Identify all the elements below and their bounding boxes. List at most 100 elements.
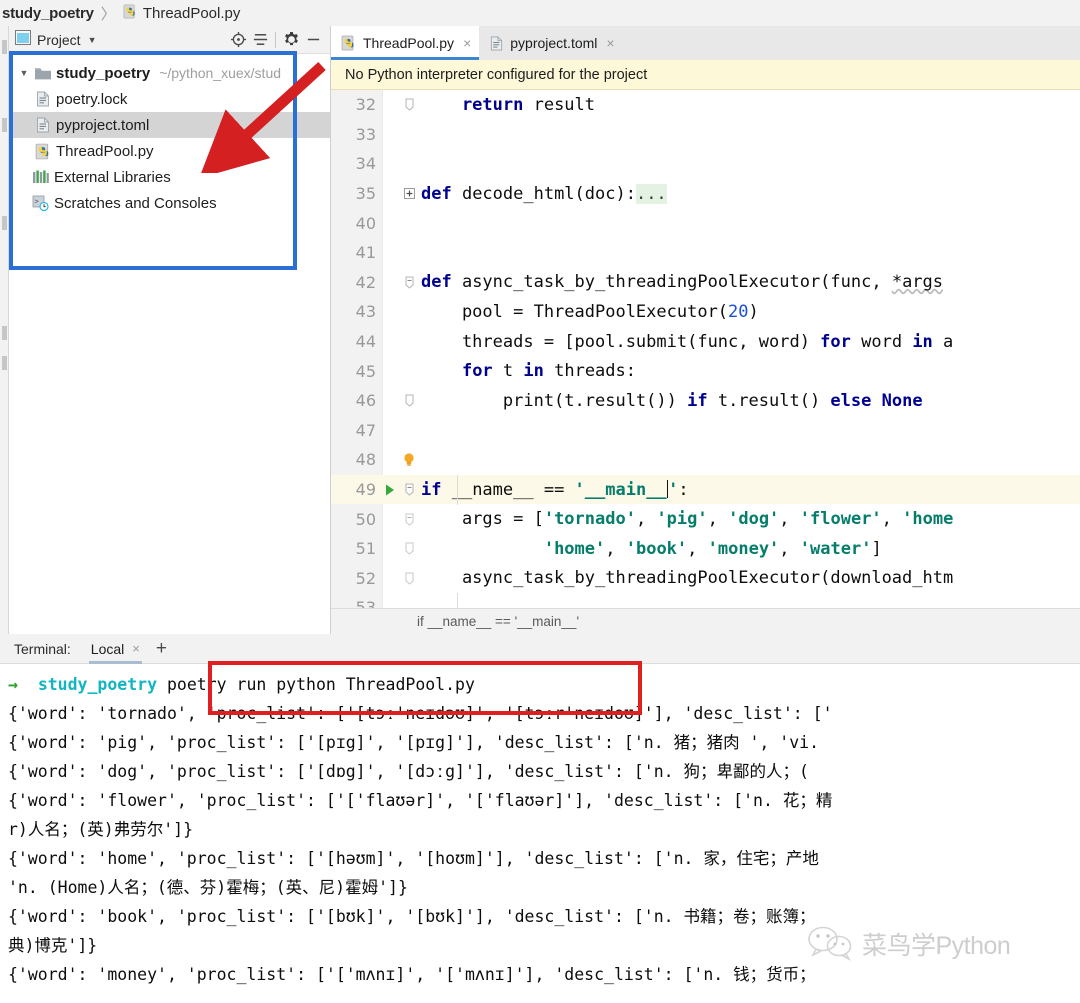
terminal-output-line: {'word': 'dog', 'proc_list': ['[dɒg]', '… [8, 762, 809, 781]
rail-marker[interactable] [2, 356, 7, 370]
chevron-down-icon[interactable]: ▼ [88, 35, 97, 45]
tab-threadpool-py[interactable]: ThreadPool.py × [331, 26, 480, 60]
tree-item-threadpool-py[interactable]: ThreadPool.py [9, 138, 330, 164]
code-text: def decode_html(doc):... [421, 183, 667, 204]
fold-open-icon[interactable] [397, 513, 421, 526]
terminal-output-line: {'word': 'flower', 'proc_list': ['['flaʊ… [8, 791, 833, 810]
project-panel: Project ▼ ▼ study_poetry ~/python_xuex/s… [9, 26, 331, 634]
gear-icon[interactable] [280, 29, 302, 51]
code-line[interactable]: 44 threads = [pool.submit(func, word) fo… [331, 327, 1080, 357]
code-line[interactable]: 41 [331, 238, 1080, 268]
code-line[interactable]: 42 def async_task_by_threadingPoolExecut… [331, 268, 1080, 298]
code-line[interactable]: 50 args = ['tornado', 'pig', 'dog', 'flo… [331, 504, 1080, 534]
interpreter-notification-bar[interactable]: No Python interpreter configured for the… [331, 60, 1080, 90]
file-icon [33, 117, 53, 133]
breadcrumb: study_poetry 〉 ThreadPool.py [0, 0, 1080, 26]
run-arrow-icon[interactable] [383, 483, 397, 497]
rail-marker[interactable] [2, 40, 7, 54]
rail-marker[interactable] [2, 118, 7, 132]
fold-open-icon[interactable] [397, 276, 421, 289]
file-icon [33, 91, 53, 107]
line-number: 50 [355, 509, 376, 529]
rail-marker[interactable] [2, 326, 7, 340]
code-line[interactable]: 32 return result [331, 90, 1080, 120]
ide-window: study_poetry 〉 ThreadPool.py Project ▼ ▼… [0, 0, 1080, 1003]
line-number: 52 [355, 568, 376, 588]
code-line[interactable]: 33 [331, 120, 1080, 150]
intention-bulb-icon[interactable] [397, 452, 421, 468]
file-icon [489, 36, 504, 51]
terminal-output-line: {'word': 'pig', 'proc_list': ['[pɪg]', '… [8, 733, 829, 752]
line-number: 51 [355, 539, 376, 559]
code-line[interactable]: 35 def decode_html(doc):... [331, 179, 1080, 209]
code-text: for t in threads: [461, 361, 636, 382]
locate-icon[interactable] [227, 29, 249, 51]
tree-item-label: Scratches and Consoles [54, 194, 217, 212]
rail-marker[interactable] [2, 216, 7, 230]
close-icon[interactable]: × [463, 36, 471, 50]
tree-item-study-poetry[interactable]: ▼ study_poetry ~/python_xuex/stud [9, 60, 330, 86]
tree-item-pyproject-toml[interactable]: pyproject.toml [9, 112, 330, 138]
terminal-prompt-line: → study_poetry poetry run python ThreadP… [8, 670, 1080, 699]
notification-text: No Python interpreter configured for the… [345, 66, 648, 83]
fold-end-icon[interactable] [397, 542, 421, 555]
chevron-down-icon[interactable]: ▼ [15, 68, 33, 78]
tree-item-external-libraries[interactable]: External Libraries [9, 164, 330, 190]
code-editor[interactable]: 32 return result 33 34 35 def decode_htm… [331, 90, 1080, 611]
tree-item-label: study_poetry [56, 64, 151, 82]
add-terminal-icon[interactable]: + [156, 639, 167, 658]
tree-item-label: External Libraries [54, 168, 171, 186]
hide-panel-icon[interactable] [302, 29, 324, 51]
code-line[interactable]: 48 [331, 445, 1080, 475]
fold-open-icon[interactable] [397, 483, 421, 496]
prompt-directory: study_poetry [37, 675, 158, 694]
tree-item-label: ThreadPool.py [56, 142, 154, 160]
code-line[interactable]: 52 async_task_by_threadingPoolExecutor(d… [331, 564, 1080, 594]
terminal-tab-local[interactable]: Local × [88, 634, 142, 664]
terminal-output-line: 典)博克']} [8, 936, 98, 955]
terminal-output-line: {'word': 'home', 'proc_list': ['[həʊm]',… [8, 849, 819, 868]
folder-icon [33, 66, 53, 81]
code-line[interactable]: 43 pool = ThreadPoolExecutor(20) [331, 297, 1080, 327]
code-line[interactable]: 34 [331, 149, 1080, 179]
breadcrumb-project[interactable]: study_poetry [2, 5, 94, 22]
code-line[interactable]: 47 [331, 416, 1080, 446]
line-number: 46 [355, 391, 376, 411]
svg-text:>: > [35, 197, 39, 205]
line-number: 47 [355, 420, 376, 440]
tree-item-poetry-lock[interactable]: poetry.lock [9, 86, 330, 112]
editor-tabbar: ThreadPool.py × pyproject.toml × [331, 26, 1080, 60]
terminal-command[interactable]: poetry run python ThreadPool.py [167, 675, 475, 694]
fold-end-icon[interactable] [397, 572, 421, 585]
tab-pyproject-toml[interactable]: pyproject.toml × [479, 26, 623, 60]
prompt-arrow-icon: → [8, 675, 18, 694]
fold-plus-icon[interactable] [397, 188, 421, 200]
tree-item-scratches-and-consoles[interactable]: > Scratches and Consoles [9, 190, 330, 216]
code-line[interactable]: 45 for t in threads: [331, 356, 1080, 386]
python-file-icon [123, 4, 138, 23]
tab-label: pyproject.toml [510, 35, 598, 51]
close-icon[interactable]: × [132, 641, 140, 656]
code-line[interactable]: 51 'home', 'book', 'money', 'water'] [331, 534, 1080, 564]
code-line[interactable]: 46 print(t.result()) if t.result() else … [331, 386, 1080, 416]
code-text: print(t.result()) if t.result() else Non… [421, 390, 923, 411]
breadcrumb-file[interactable]: ThreadPool.py [143, 5, 241, 22]
terminal-tab-label: Local [90, 640, 125, 657]
code-line[interactable]: 40 [331, 208, 1080, 238]
fold-end-icon[interactable] [397, 98, 421, 111]
tree-item-label: pyproject.toml [56, 116, 150, 134]
code-line-current[interactable]: 49 if __name__ == '__main__': [331, 474, 1080, 505]
code-breadcrumb[interactable]: if __name__ == '__main__' [417, 614, 579, 629]
tab-label: ThreadPool.py [363, 35, 455, 51]
project-toolbar: Project ▼ [9, 26, 330, 54]
fold-end-icon[interactable] [397, 394, 421, 407]
terminal-panel: Terminal: Local × + → study_poetry poetr… [0, 634, 1080, 1003]
close-icon[interactable]: × [606, 36, 614, 50]
tree-item-label: poetry.lock [56, 90, 128, 108]
libraries-icon [31, 169, 51, 185]
project-panel-title: Project [37, 31, 81, 48]
code-text: args = ['tornado', 'pig', 'dog', 'flower… [421, 509, 954, 530]
terminal-output-line: r)人名；(英)弗劳尔']} [8, 820, 194, 839]
terminal-output[interactable]: → study_poetry poetry run python ThreadP… [0, 664, 1080, 1003]
collapse-all-icon[interactable] [249, 29, 271, 51]
